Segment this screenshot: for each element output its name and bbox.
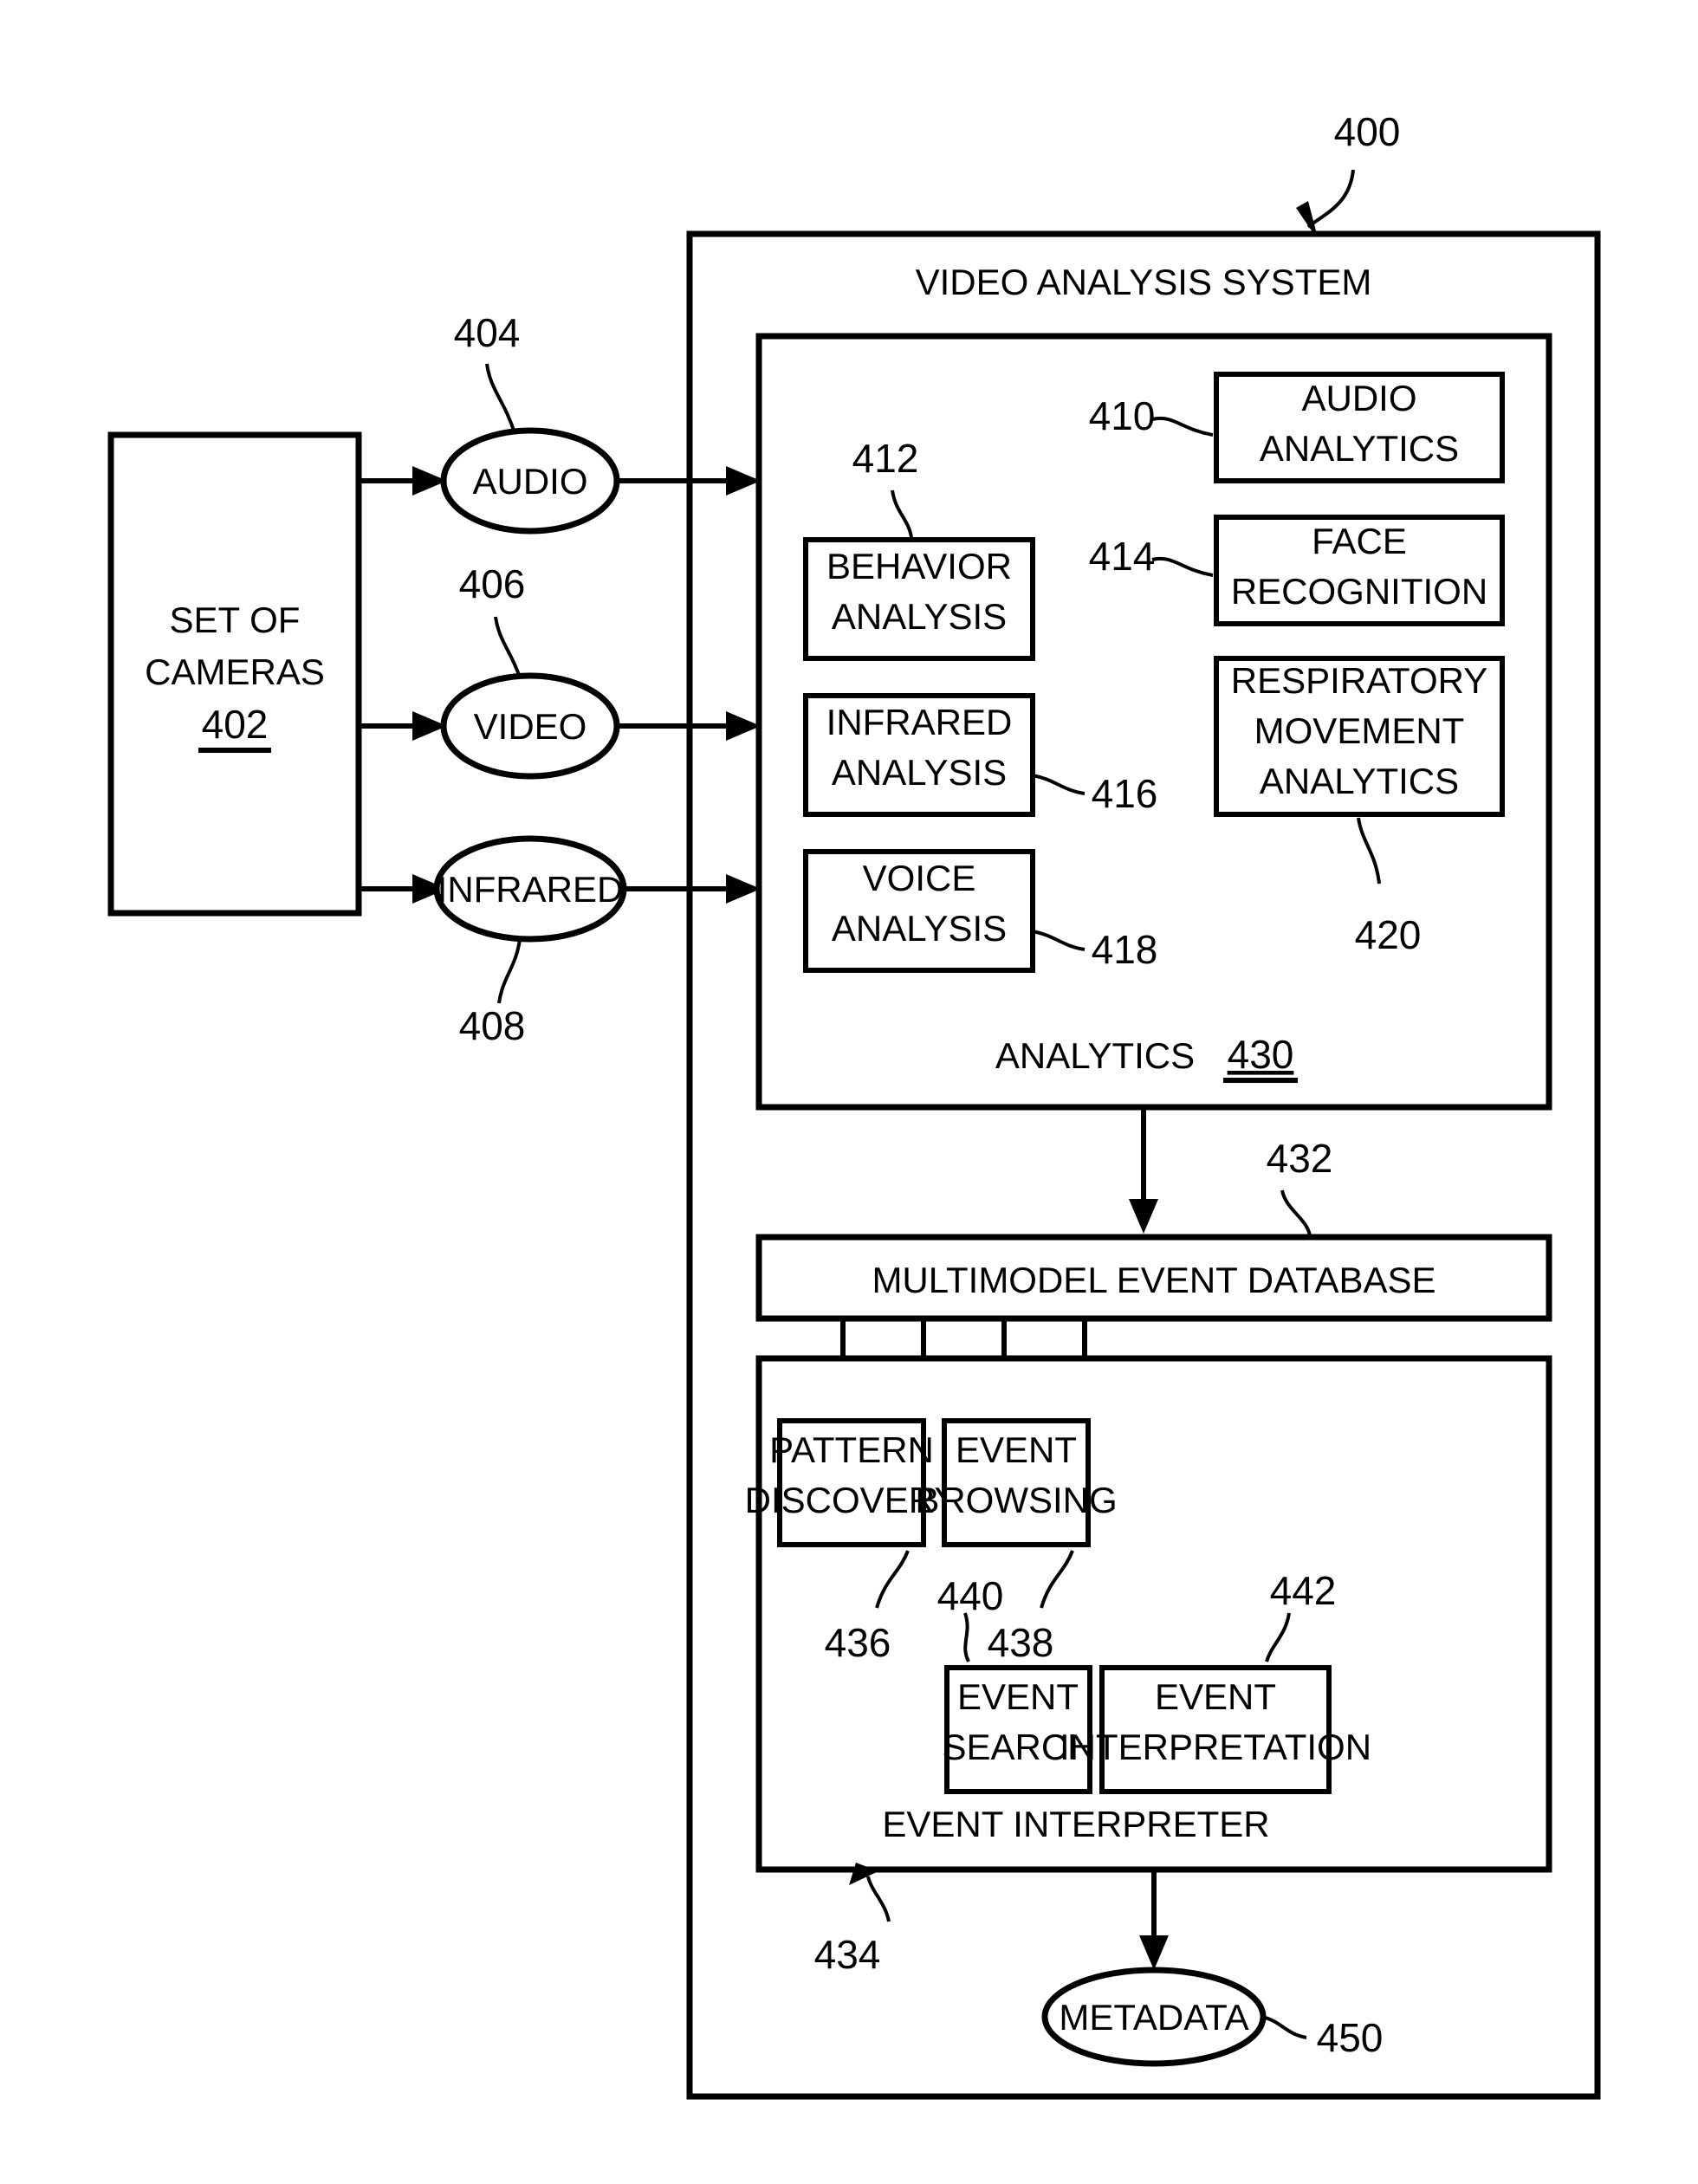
set-of-cameras-label-line1: SET OF <box>170 599 301 640</box>
ref-420: 420 <box>1355 912 1422 957</box>
ref-436: 436 <box>825 1620 891 1665</box>
module-event-browsing-line2: BROWSING <box>915 1480 1117 1520</box>
ref-414: 414 <box>1089 534 1156 579</box>
module-audio-analytics-line1: AUDIO <box>1301 378 1416 418</box>
leader-406 <box>494 616 522 678</box>
module-event-interpretation-line2: INTERPRETATION <box>1060 1727 1371 1767</box>
ref-450: 450 <box>1317 2015 1384 2060</box>
module-respiratory-line2: MOVEMENT <box>1254 710 1465 751</box>
module-face-recognition-line1: FACE <box>1312 521 1407 561</box>
leader-400 <box>1306 169 1355 229</box>
module-pattern-discovery-line1: PATTERN <box>769 1429 934 1470</box>
module-voice-analysis-line2: ANALYSIS <box>832 908 1007 949</box>
analytics-section-label: ANALYTICS <box>995 1035 1195 1076</box>
module-face-recognition-line2: RECOGNITION <box>1231 571 1487 612</box>
metadata-label: METADATA <box>1059 1997 1248 2038</box>
system-title: VIDEO ANALYSIS SYSTEM <box>916 262 1372 302</box>
module-infrared-analysis-line2: ANALYSIS <box>832 752 1007 793</box>
module-event-browsing-line1: EVENT <box>956 1429 1077 1470</box>
ref-440: 440 <box>937 1573 1004 1618</box>
ref-416: 416 <box>1092 771 1158 816</box>
ref-400: 400 <box>1334 109 1401 154</box>
ref-402: 402 <box>202 702 269 747</box>
leader-404 <box>485 363 516 434</box>
leader-408 <box>497 938 522 1004</box>
ref-430: 430 <box>1228 1032 1294 1077</box>
ref-418: 418 <box>1092 927 1158 972</box>
ref-442: 442 <box>1270 1568 1337 1613</box>
stream-label-video: VIDEO <box>474 706 587 747</box>
event-interpreter-label: EVENT INTERPRETER <box>882 1804 1269 1844</box>
module-infrared-analysis-line1: INFRARED <box>826 702 1013 742</box>
ref-434: 434 <box>814 1932 881 1977</box>
ref-408: 408 <box>459 1003 526 1048</box>
ref-410: 410 <box>1089 393 1156 438</box>
ref-432: 432 <box>1267 1136 1333 1181</box>
module-respiratory-line1: RESPIRATORY <box>1231 660 1487 701</box>
module-voice-analysis-line1: VOICE <box>863 858 976 898</box>
stream-label-audio: AUDIO <box>472 461 587 502</box>
module-event-search-line1: EVENT <box>957 1676 1079 1717</box>
module-event-interpretation-line1: EVENT <box>1155 1676 1276 1717</box>
stream-label-infrared: INFRARED <box>437 869 624 910</box>
module-behavior-analysis-line2: ANALYSIS <box>832 596 1007 637</box>
module-behavior-analysis-line1: BEHAVIOR <box>826 546 1012 587</box>
video-analysis-system-diagram: 400 VIDEO ANALYSIS SYSTEM SET OF CAMERAS… <box>107 109 1601 2100</box>
ref-438: 438 <box>988 1620 1054 1665</box>
module-respiratory-line3: ANALYTICS <box>1260 761 1459 801</box>
ref-404: 404 <box>454 310 521 355</box>
patent-figure-canvas: 400 VIDEO ANALYSIS SYSTEM SET OF CAMERAS… <box>0 0 1698 2184</box>
set-of-cameras-label-line2: CAMERAS <box>145 651 325 692</box>
module-audio-analytics-line2: ANALYTICS <box>1260 428 1459 469</box>
multimodel-event-database-label: MULTIMODEL EVENT DATABASE <box>872 1260 1436 1300</box>
ref-406: 406 <box>459 561 526 606</box>
ref-412: 412 <box>852 436 919 481</box>
